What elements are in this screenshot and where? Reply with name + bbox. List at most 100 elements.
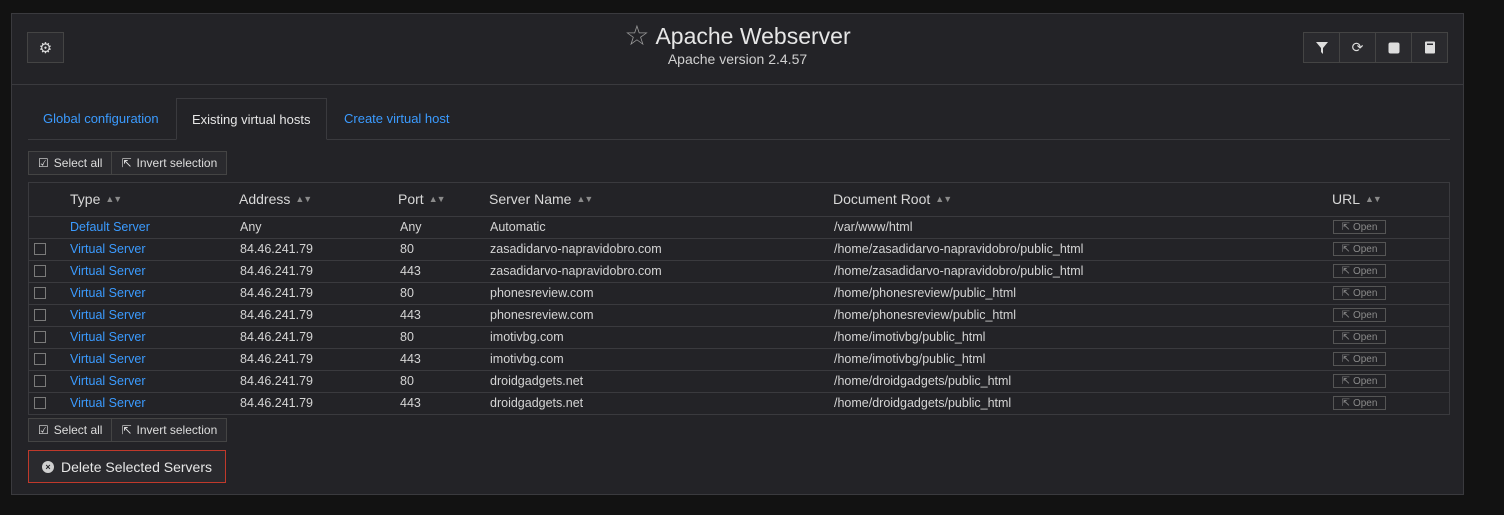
column-header-document-root[interactable]: Document Root ▲▼: [833, 191, 952, 207]
delete-selected-servers-button[interactable]: × Delete Selected Servers: [28, 450, 226, 483]
open-url-button[interactable]: ⇱ Open: [1333, 352, 1386, 366]
document-root-cell: /home/phonesreview/public_html: [834, 308, 1017, 322]
book-button[interactable]: [1411, 32, 1448, 63]
open-url-button[interactable]: ⇱ Open: [1333, 242, 1386, 256]
square-icon: [1388, 42, 1399, 53]
open-url-button[interactable]: ⇱ Open: [1333, 220, 1386, 234]
table-row: Virtual Server 84.46.241.79 443 zasadidarvo…: [29, 261, 1449, 283]
virtual-hosts-table: Type ▲▼ Address ▲▼ Port ▲▼ Server Name ▲▼ Do…: [28, 182, 1450, 415]
open-url-button[interactable]: ⇱ Open: [1333, 396, 1386, 410]
open-url-button[interactable]: ⇱ Open: [1333, 286, 1386, 300]
external-link-icon: ⇱: [1341, 397, 1350, 409]
external-link-icon: ⇱: [1341, 353, 1350, 365]
server-type-link[interactable]: Virtual Server: [70, 308, 146, 322]
filter-button[interactable]: [1303, 32, 1340, 63]
table-row: Virtual Server 84.46.241.79 80 droidgadgets…: [29, 371, 1449, 393]
book-icon: [1424, 41, 1435, 54]
server-name-cell: droidgadgets.net: [490, 396, 584, 410]
server-name-cell: phonesreview.com: [490, 308, 594, 322]
check-square-icon: ☑: [38, 156, 49, 170]
open-url-button[interactable]: ⇱ Open: [1333, 308, 1386, 322]
port-cell: 443: [400, 352, 421, 366]
address-cell: 84.46.241.79: [240, 374, 313, 388]
server-type-link[interactable]: Virtual Server: [70, 242, 146, 256]
selection-buttons-top: ☑ Select all ⇱ Invert selection: [28, 151, 228, 175]
address-cell: Any: [240, 220, 262, 234]
port-cell: 80: [400, 374, 414, 388]
square-button[interactable]: [1375, 32, 1412, 63]
row-checkbox[interactable]: [34, 287, 46, 299]
sort-icon: ▲▼: [1365, 194, 1382, 204]
port-cell: Any: [400, 220, 422, 234]
server-type-link[interactable]: Virtual Server: [70, 396, 146, 410]
server-type-link[interactable]: Virtual Server: [70, 330, 146, 344]
sort-icon: ▲▼: [295, 194, 312, 204]
row-checkbox[interactable]: [34, 331, 46, 343]
document-root-cell: /home/zasadidarvo-napravidobro/public_ht…: [834, 242, 1084, 256]
row-checkbox[interactable]: [34, 375, 46, 387]
tab-create-virtual-host[interactable]: Create virtual host: [329, 98, 465, 139]
external-link-icon: ⇱: [1341, 375, 1350, 387]
tab-existing-virtual-hosts[interactable]: Existing virtual hosts: [176, 98, 327, 140]
server-name-cell: Automatic: [490, 220, 546, 234]
server-type-link[interactable]: Virtual Server: [70, 352, 146, 366]
external-link-icon: ⇱: [1341, 331, 1350, 343]
row-checkbox[interactable]: [34, 309, 46, 321]
table-header: Type ▲▼ Address ▲▼ Port ▲▼ Server Name ▲▼ Do…: [29, 183, 1449, 217]
filter-icon: [1315, 41, 1328, 54]
table-row: Default Server Any Any Automatic/var/www/ht…: [29, 217, 1449, 239]
server-type-link[interactable]: Virtual Server: [70, 264, 146, 278]
document-root-cell: /home/imotivbg/public_html: [834, 330, 986, 344]
delete-selected-label: Delete Selected Servers: [61, 458, 212, 475]
open-url-button[interactable]: ⇱ Open: [1333, 264, 1386, 278]
row-checkbox[interactable]: [34, 243, 46, 255]
document-root-cell: /home/zasadidarvo-napravidobro/public_ht…: [834, 264, 1084, 278]
row-checkbox[interactable]: [34, 353, 46, 365]
open-label: Open: [1352, 375, 1378, 387]
page-subtitle: Apache version 2.4.57: [667, 51, 808, 67]
select-all-button[interactable]: ☑ Select all: [28, 418, 113, 442]
address-cell: 84.46.241.79: [240, 396, 313, 410]
server-type-link[interactable]: Default Server: [70, 220, 150, 234]
document-root-cell: /home/phonesreview/public_html: [834, 286, 1017, 300]
table-row: Virtual Server 84.46.241.79 80 zasadidarvo-…: [29, 239, 1449, 261]
select-all-button[interactable]: ☑ Select all: [28, 151, 113, 175]
address-cell: 84.46.241.79: [240, 308, 313, 322]
open-label: Open: [1352, 265, 1378, 277]
port-cell: 443: [400, 264, 421, 278]
column-header-address[interactable]: Address ▲▼: [239, 191, 312, 207]
row-checkbox[interactable]: [34, 265, 46, 277]
address-cell: 84.46.241.79: [240, 330, 313, 344]
column-header-server-name[interactable]: Server Name ▲▼: [489, 191, 593, 207]
invert-selection-button[interactable]: ⇱ Invert selection: [111, 418, 228, 442]
open-label: Open: [1352, 397, 1378, 409]
open-label: Open: [1352, 243, 1378, 255]
row-checkbox[interactable]: [34, 397, 46, 409]
invert-selection-button[interactable]: ⇱ Invert selection: [111, 151, 228, 175]
table-row: Virtual Server 84.46.241.79 80 phonesreview…: [29, 283, 1449, 305]
invert-selection-label: Invert selection: [136, 156, 218, 170]
refresh-button[interactable]: ⟳: [1339, 32, 1376, 63]
header-toolbar: ⟳: [1303, 32, 1448, 63]
table-row: Virtual Server 84.46.241.79 80 imotivbg.com…: [29, 327, 1449, 349]
port-cell: 443: [400, 308, 421, 322]
column-header-port[interactable]: Port ▲▼: [398, 191, 446, 207]
open-url-button[interactable]: ⇱ Open: [1333, 330, 1386, 344]
table-row: Virtual Server 84.46.241.79 443 imotivbg.co…: [29, 349, 1449, 371]
open-label: Open: [1352, 221, 1378, 233]
select-all-label: Select all: [53, 156, 103, 170]
times-circle-icon: ×: [42, 460, 55, 473]
sort-icon: ▲▼: [105, 194, 122, 204]
port-cell: 80: [400, 330, 414, 344]
external-link-icon: ⇱: [1341, 221, 1350, 233]
star-icon[interactable]: ☆: [624, 22, 649, 50]
check-square-icon: ☑: [38, 423, 49, 437]
tab-global-configuration[interactable]: Global configuration: [28, 98, 174, 139]
column-header-url[interactable]: URL ▲▼: [1332, 191, 1382, 207]
server-type-link[interactable]: Virtual Server: [70, 286, 146, 300]
page-title: Apache Webserver: [655, 22, 851, 49]
refresh-icon: ⟳: [1351, 39, 1364, 55]
column-header-type[interactable]: Type ▲▼: [70, 191, 122, 207]
open-url-button[interactable]: ⇱ Open: [1333, 374, 1386, 388]
server-type-link[interactable]: Virtual Server: [70, 374, 146, 388]
